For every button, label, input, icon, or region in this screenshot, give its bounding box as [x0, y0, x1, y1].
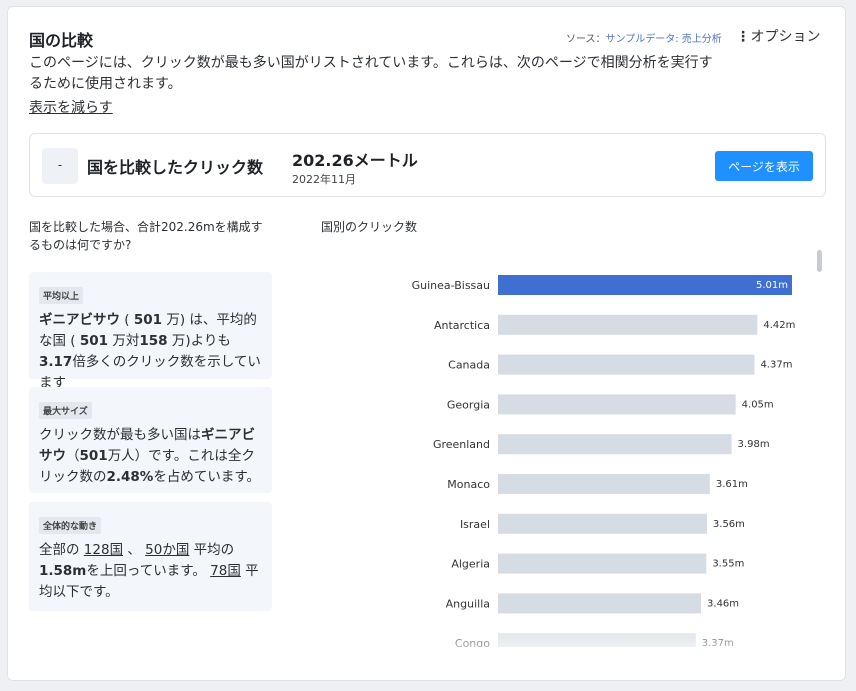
category-label: Antarctica — [434, 319, 490, 332]
value-label: 4.37m — [760, 360, 792, 371]
source-link[interactable]: サンプルデータ: 売上分析 — [606, 34, 722, 45]
insight-text-part: を上回っています。 — [86, 563, 211, 579]
clicks-by-country-chart: Guinea-Bissau 5.01m Antarctica 4.42m Canada 4… — [412, 275, 795, 647]
kebab-icon: ⋮ — [736, 29, 750, 45]
insight-text-part: 全部の — [39, 542, 84, 558]
bar[interactable] — [498, 275, 792, 295]
insight-question: 国を比較した場合、合計202.26mを構成するものは何ですか? — [29, 220, 263, 252]
category-label: Anguilla — [446, 597, 490, 610]
country-comparison-card: 国の比較 ソース：サンプルデータ: 売上分析 ⋮ オプション このページには、ク… — [7, 6, 846, 681]
view-page-button[interactable]: ページを表示 — [715, 151, 813, 181]
insight-text-part: クリック数が最も多い国は — [39, 427, 201, 443]
insight-text-part: 158 — [139, 333, 168, 349]
value-label: 3.46m — [707, 598, 739, 609]
insight-text-part: （ — [66, 448, 80, 464]
insight-text-part: 平均の — [189, 542, 235, 558]
bar[interactable] — [498, 593, 702, 614]
insight-text-part: 2.48% — [106, 469, 154, 485]
category-label: Georgia — [447, 398, 490, 411]
chart-scrollbar[interactable] — [817, 250, 822, 272]
insight-card-largest: 最大サイズ クリック数が最も多い国はギニアビサウ（501万人）です。これは全クリ… — [29, 387, 272, 493]
bar[interactable] — [498, 354, 755, 375]
category-label: Greenland — [433, 438, 490, 451]
value-label: 5.01m — [756, 280, 788, 291]
insight-text-part: 1.58m — [39, 563, 87, 579]
insight-text-part: 、 — [123, 542, 146, 558]
value-label: 3.55m — [712, 559, 744, 570]
insight-text-part: を占めています。 — [153, 469, 260, 485]
insight-text-part: ( — [120, 312, 134, 328]
bar[interactable] — [498, 633, 696, 647]
category-label: Monaco — [447, 478, 490, 491]
insight-text-part: 501 — [79, 333, 109, 349]
options-label: オプション — [750, 29, 821, 45]
insight-text-part: 倍多くのクリック数を示しています — [39, 354, 261, 391]
bar[interactable] — [498, 553, 707, 574]
value-label: 4.42m — [763, 320, 795, 331]
bar[interactable] — [498, 474, 710, 494]
bar[interactable] — [498, 394, 736, 415]
summary-label: 国を比較したクリック数 — [87, 158, 264, 177]
insight-text-part: 万対 — [108, 333, 140, 349]
insight-badge: 全体的な動き — [39, 517, 102, 534]
category-label: Congo — [455, 637, 490, 647]
category-label: Algeria — [451, 558, 490, 571]
bar[interactable] — [498, 314, 758, 335]
summary-icon: - — [42, 148, 78, 184]
insight-text-part: 3.17 — [39, 354, 73, 370]
insight-text: ギニアビサウ ( 501 万) は、平均的な国 ( 501 万対158 万)より… — [39, 310, 262, 394]
summary-date: 2022年11月 — [292, 173, 356, 186]
source-label: ソース： — [566, 34, 606, 45]
options-menu[interactable]: ⋮ オプション — [736, 26, 820, 46]
insight-link[interactable]: 128国 — [84, 542, 123, 558]
insight-text-part: 万)よりも — [167, 333, 231, 349]
page-description: このページには、クリック数が最も多い国がリストされています。これらは、次のページ… — [29, 55, 713, 92]
chart-title: 国別のクリック数 — [321, 220, 418, 234]
insight-text-part: 501 — [133, 312, 163, 328]
summary-value: 202.26メートル — [292, 151, 418, 170]
insight-text-part: 501 — [79, 448, 108, 464]
bar[interactable] — [498, 513, 707, 534]
source-info: ソース：サンプルデータ: 売上分析 — [566, 30, 722, 45]
insight-text: クリック数が最も多い国はギニアビサウ（501万人）です。これは全クリック数の2.… — [39, 425, 262, 488]
value-label: 3.37m — [702, 638, 734, 647]
value-label: 4.05m — [742, 399, 774, 410]
category-label: Guinea-Bissau — [412, 279, 490, 292]
bar[interactable] — [498, 434, 732, 455]
value-label: 3.98m — [738, 439, 770, 450]
insight-text: 全部の 128国 、 50か国 平均の 1.58mを上回っています。 78国 平… — [39, 540, 262, 603]
insight-card-above-average: 平均以上 ギニアビサウ ( 501 万) は、平均的な国 ( 501 万対158… — [29, 272, 272, 391]
insight-badge: 最大サイズ — [39, 402, 92, 419]
show-less-link[interactable]: 表示を減らす — [29, 97, 113, 117]
insight-card-overall: 全体的な動き 全部の 128国 、 50か国 平均の 1.58mを上回っています… — [29, 502, 272, 611]
insight-link[interactable]: 78国 — [210, 563, 241, 579]
insight-badge: 平均以上 — [39, 287, 84, 304]
category-label: Israel — [460, 518, 490, 531]
value-label: 3.56m — [713, 519, 745, 530]
category-label: Canada — [448, 359, 490, 372]
page-title: 国の比較 — [29, 31, 94, 50]
insight-text-part: ギニアビサウ — [39, 312, 120, 328]
summary-panel: - 国を比較したクリック数 202.26メートル 2022年11月 ページを表示 — [29, 133, 826, 197]
value-label: 3.61m — [716, 479, 748, 490]
insight-link[interactable]: 50か国 — [145, 542, 189, 558]
